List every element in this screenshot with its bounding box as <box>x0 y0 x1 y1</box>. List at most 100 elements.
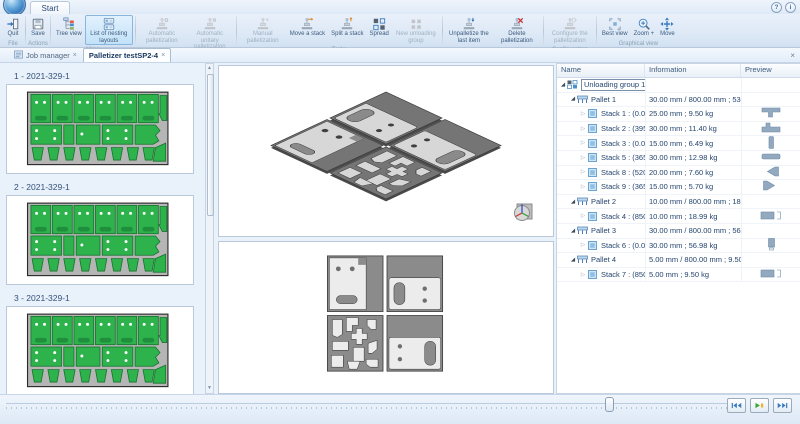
close-tab-icon[interactable]: × <box>161 52 165 59</box>
go-to-start-button[interactable] <box>727 398 746 413</box>
window-help-buttons: ? i <box>771 2 796 13</box>
table-row-stack-5-365-00-220[interactable]: ▷Stack 5 : (365.00 ; 220...30.00 mm ; 12… <box>557 151 800 166</box>
unpalletize-the-last-item-button[interactable]: Unpalletize the last item <box>445 15 493 45</box>
ribbon-group-separator <box>596 16 597 45</box>
list-of-nesting-layouts-button[interactable]: List of nesting layouts <box>85 15 133 45</box>
ribbon-group-actions: SaveActions <box>27 14 49 47</box>
ribbon-button-label: Move <box>660 31 675 38</box>
ribbon-button-label: Quit <box>7 31 18 38</box>
row-name-text: Stack 9 : (365.00 ; 385... <box>601 182 645 191</box>
expander-expanded-icon[interactable]: ◢ <box>569 96 577 102</box>
expander-collapsed-icon[interactable]: ▷ <box>579 111 587 117</box>
expander-collapsed-icon[interactable]: ▷ <box>579 140 587 146</box>
scroll-up-icon[interactable]: ▲ <box>206 64 213 73</box>
manual-palletization-icon <box>256 17 270 31</box>
pallet-icon <box>577 197 588 206</box>
move-a-stack-button[interactable]: Move a stack <box>287 15 328 45</box>
expander-collapsed-icon[interactable]: ▷ <box>579 184 587 190</box>
nesting-layouts-scrollbar[interactable]: ▲ ▼ <box>205 63 214 394</box>
automatic-unitary-palletization-button[interactable]: Automatic unitary palletization <box>186 15 234 52</box>
nesting-layout-thumbnail-1[interactable] <box>6 84 194 174</box>
ribbon-group-tasks: Manual palletizationMove a stackSplit a … <box>238 14 441 47</box>
automatic-palletization-button[interactable]: Automatic palletization <box>138 15 186 52</box>
tab-label: Palletizer testSP2-4 <box>89 51 158 60</box>
expander-collapsed-icon[interactable]: ▷ <box>579 126 587 132</box>
cell-information <box>645 78 741 92</box>
cell-preview <box>741 268 800 282</box>
stack-icon <box>587 241 598 250</box>
nesting-layout-thumbnail-2[interactable] <box>6 195 194 285</box>
spread-button[interactable]: Spread <box>367 15 392 45</box>
best-view-button[interactable]: Best view <box>599 15 631 39</box>
ribbon-tab-start[interactable]: Start <box>30 1 70 15</box>
cell-name: ▷Stack 7 : (850.00 ; 850... <box>557 270 645 279</box>
table-row-stack-6-0-00-850-00[interactable]: ▷Stack 6 : (0.00 ; 850.00)30.00 mm ; 56.… <box>557 239 800 254</box>
stack-footprint-bar-horizontal-icon <box>759 150 783 165</box>
tab-job-manager[interactable]: Job manager× <box>8 48 83 62</box>
ribbon-button-label: Configure the palletization <box>549 31 591 44</box>
table-row-pallet-4[interactable]: ◢Pallet 45.00 mm / 800.00 mm ; 9.50 kg /… <box>557 253 800 268</box>
ribbon-group-separator <box>50 16 51 45</box>
scrollbar-thumb[interactable] <box>207 74 214 216</box>
expander-collapsed-icon[interactable]: ▷ <box>579 242 587 248</box>
table-row-unloading-group-1[interactable]: ◢Unloading group 1 <box>557 78 800 93</box>
expander-expanded-icon[interactable]: ◢ <box>569 199 577 205</box>
manual-palletization-button[interactable]: Manual palletization <box>239 15 287 45</box>
row-name-text: Pallet 4 <box>591 255 616 264</box>
table-row-stack-3-0-00-220-00[interactable]: ▷Stack 3 : (0.00 ; 220.00)15.00 mm ; 6.4… <box>557 136 800 151</box>
expander-collapsed-icon[interactable]: ▷ <box>579 155 587 161</box>
new-unloading-group-button[interactable]: New unloading group <box>392 15 440 45</box>
nesting-layout-label: 1 - 2021-329-1 <box>14 71 204 81</box>
timeline-slider[interactable] <box>6 403 746 404</box>
table-row-stack-1-0-00-0-00[interactable]: ▷Stack 1 : (0.00 ; 0.00)25.00 mm ; 9.50 … <box>557 107 800 122</box>
ribbon-button-label: Best view <box>602 31 628 38</box>
info-button[interactable]: i <box>785 2 796 13</box>
ribbon-button-label: Split a stack <box>331 31 363 38</box>
close-tab-icon[interactable]: × <box>73 52 77 59</box>
expander-expanded-icon[interactable]: ◢ <box>569 257 577 263</box>
zoom-button[interactable]: Zoom + <box>631 15 658 39</box>
nesting-layout-thumbnail-3[interactable] <box>6 306 194 394</box>
pallet-2d-viewport[interactable] <box>218 241 554 394</box>
stack-icon <box>587 182 598 191</box>
column-header-preview[interactable]: Preview <box>741 64 800 77</box>
table-row-stack-4-850-00-0-00[interactable]: ▷Stack 4 : (850.00 ; 0.00)10.00 mm ; 18.… <box>557 209 800 224</box>
quit-button[interactable]: Quit <box>3 15 23 39</box>
table-row-stack-2-395-00-0-00[interactable]: ▷Stack 2 : (395.00 ; 0.00)30.00 mm ; 11.… <box>557 122 800 137</box>
help-button[interactable]: ? <box>771 2 782 13</box>
table-row-stack-7-850-00-850[interactable]: ▷Stack 7 : (850.00 ; 850...5.00 mm ; 9.5… <box>557 268 800 283</box>
expander-collapsed-icon[interactable]: ▷ <box>579 169 587 175</box>
save-button[interactable]: Save <box>28 15 48 39</box>
row-name-text: Stack 6 : (0.00 ; 850.00) <box>601 241 645 250</box>
close-document-icon[interactable]: × <box>790 51 795 60</box>
row-name-text: Stack 1 : (0.00 ; 0.00) <box>601 109 645 118</box>
table-row-pallet-1[interactable]: ◢Pallet 130.00 mm / 800.00 mm ; 53.67 k.… <box>557 93 800 108</box>
delete-palletization-button[interactable]: Delete palletization <box>493 15 541 45</box>
column-header-name[interactable]: Name <box>557 64 645 77</box>
expander-collapsed-icon[interactable]: ▷ <box>579 272 587 278</box>
stack-icon <box>587 153 598 162</box>
nesting-layouts-icon <box>102 17 116 31</box>
configure-the-palletization-button[interactable]: Configure the palletization <box>546 15 594 45</box>
tab-palletizer-testsp2-4[interactable]: Palletizer testSP2-4× <box>83 48 171 62</box>
spread-icon <box>372 17 386 31</box>
play-button[interactable] <box>750 398 769 413</box>
ribbon-group-3: Automatic palletizationAutomatic unitary… <box>137 14 235 47</box>
timeline-slider-thumb[interactable] <box>605 397 614 412</box>
scroll-down-icon[interactable]: ▼ <box>206 384 213 393</box>
column-header-information[interactable]: Information <box>645 64 741 77</box>
split-a-stack-button[interactable]: Split a stack <box>328 15 366 45</box>
table-row-stack-8-520-00-220[interactable]: ▷Stack 8 : (520.00 ; 220...20.00 mm ; 7.… <box>557 166 800 181</box>
table-row-pallet-2[interactable]: ◢Pallet 210.00 mm / 800.00 mm ; 18.99 k.… <box>557 195 800 210</box>
go-to-end-button[interactable] <box>773 398 792 413</box>
table-row-pallet-3[interactable]: ◢Pallet 330.00 mm / 800.00 mm ; 56.98 k.… <box>557 224 800 239</box>
expander-expanded-icon[interactable]: ◢ <box>559 82 567 88</box>
cell-preview <box>741 107 800 121</box>
tree-view-button[interactable]: Tree view <box>53 15 85 45</box>
cell-preview <box>741 136 800 150</box>
pallet-3d-viewport[interactable] <box>218 65 554 237</box>
move-button[interactable]: Move <box>657 15 678 39</box>
expander-collapsed-icon[interactable]: ▷ <box>579 213 587 219</box>
table-row-stack-9-365-00-385[interactable]: ▷Stack 9 : (365.00 ; 385...15.00 mm ; 5.… <box>557 180 800 195</box>
expander-expanded-icon[interactable]: ◢ <box>569 228 577 234</box>
